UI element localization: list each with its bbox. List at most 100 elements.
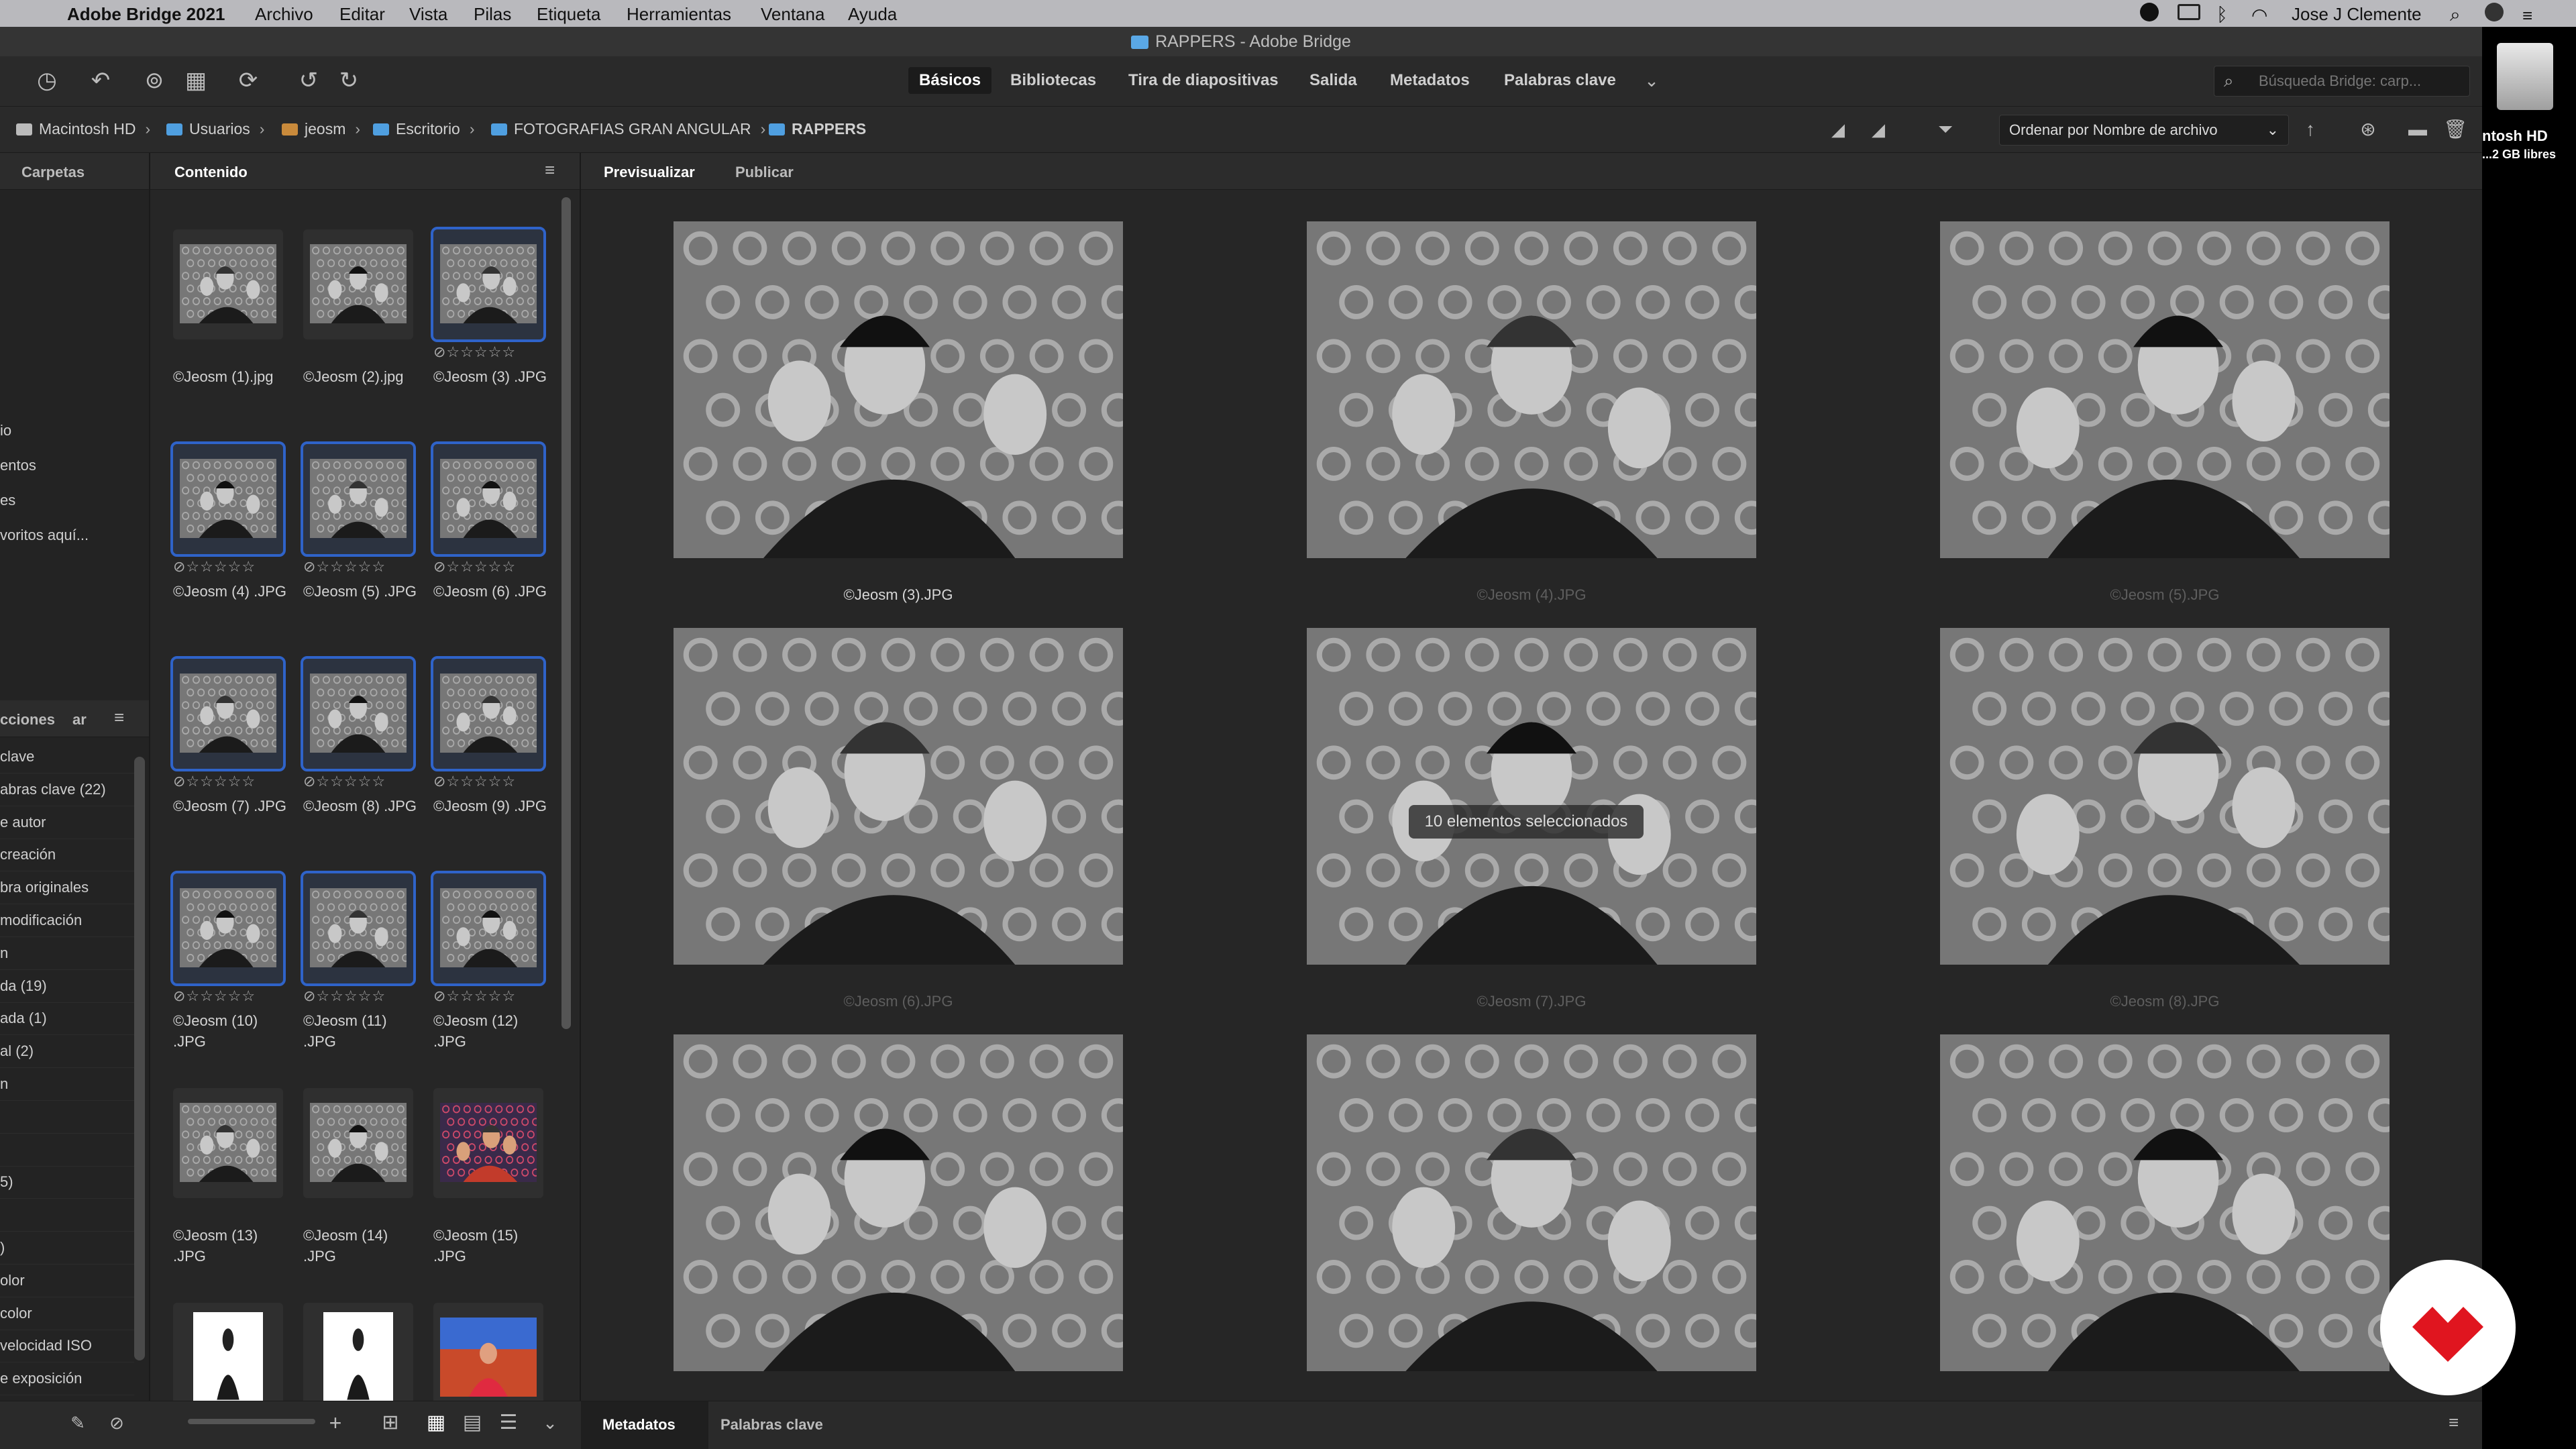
thumbnail-frame[interactable] xyxy=(173,1088,283,1198)
thumbnail-item[interactable]: ⊘☆☆☆☆☆ ©Jeosm (9) .JPG xyxy=(429,655,547,856)
star-rating[interactable]: ⊘☆☆☆☆☆ xyxy=(173,773,256,790)
view-options-chevron-icon[interactable]: ⌄ xyxy=(537,1409,564,1436)
menu-ayuda[interactable]: Ayuda xyxy=(848,4,897,25)
sort-ascending-icon[interactable]: ↑ xyxy=(2297,116,2324,143)
content-scrollbar[interactable] xyxy=(559,189,573,1437)
preview-image[interactable] xyxy=(1307,1034,1769,1371)
panel-menu-icon[interactable]: ≡ xyxy=(114,707,124,728)
display-icon[interactable] xyxy=(2178,4,2200,20)
tab-previsualizar[interactable]: Previsualizar xyxy=(604,164,695,181)
camera-import-icon[interactable]: ⊚ xyxy=(141,67,168,94)
thumbnail-item[interactable]: ⊘☆☆☆☆☆ ©Jeosm (5) .JPG xyxy=(299,440,417,641)
wifi-icon[interactable]: ◠ xyxy=(2251,4,2267,26)
star-rating[interactable]: ⊘☆☆☆☆☆ xyxy=(303,558,386,576)
tab-carpetas[interactable]: Carpetas xyxy=(21,164,85,181)
refine-icon[interactable]: ▦ xyxy=(182,67,209,94)
preview-image[interactable] xyxy=(1940,1034,2402,1371)
menu-pilas[interactable]: Pilas xyxy=(474,4,511,25)
filter-item[interactable] xyxy=(0,1101,134,1134)
favorites-item[interactable]: io xyxy=(0,415,134,447)
output-icon[interactable]: ⟳ xyxy=(235,67,262,94)
thumbnail-frame[interactable] xyxy=(170,441,286,557)
thumbnail-item[interactable]: ⊘☆☆☆☆☆ ©Jeosm (11) .JPG xyxy=(299,869,417,1071)
filter-item[interactable]: abras clave (22) xyxy=(0,773,134,806)
breadcrumb-jeosm[interactable]: jeosm › xyxy=(282,120,360,138)
workspace-tab-salida[interactable]: Salida xyxy=(1299,67,1368,94)
breadcrumb-escritorio[interactable]: Escritorio › xyxy=(373,120,475,138)
filter-item[interactable]: olor xyxy=(0,1265,134,1297)
favorites-item[interactable]: es xyxy=(0,484,134,517)
thumbnail-item[interactable]: ⊘☆☆☆☆☆ ©Jeosm (8) .JPG xyxy=(299,655,417,856)
thumbnail-size-slider[interactable] xyxy=(188,1419,315,1424)
menu-archivo[interactable]: Archivo xyxy=(255,4,313,25)
panel-menu-icon[interactable]: ≡ xyxy=(2449,1412,2459,1433)
workspace-more-chevron-icon[interactable]: ⌄ xyxy=(1638,67,1665,94)
filter-item[interactable]: color xyxy=(0,1297,134,1330)
thumbnail-frame[interactable] xyxy=(431,227,546,342)
filter-item[interactable]: e autor xyxy=(0,806,134,839)
star-rating[interactable]: ⊘☆☆☆☆☆ xyxy=(173,987,256,1005)
thumbnail-item[interactable]: ⊘☆☆☆☆☆ ©Jeosm (12) .JPG xyxy=(429,869,547,1071)
workspace-tab-bibliotecas[interactable]: Bibliotecas xyxy=(1000,67,1107,94)
thumbnail-frame[interactable] xyxy=(170,871,286,986)
rotate-left-icon[interactable]: ↺ xyxy=(295,67,322,94)
menu-vista[interactable]: Vista xyxy=(409,4,447,25)
menu-herramientas[interactable]: Herramientas xyxy=(627,4,731,25)
thumbnail-item[interactable]: ⊘☆☆☆☆☆ ©Jeosm (3) .JPG xyxy=(429,225,547,427)
grid-lock-icon[interactable]: ⊞ xyxy=(377,1409,404,1436)
menu-etiqueta[interactable]: Etiqueta xyxy=(537,4,600,25)
new-folder-icon[interactable]: ▬ xyxy=(2404,116,2431,143)
plus-icon[interactable]: + xyxy=(322,1409,349,1436)
thumbnail-item[interactable]: ⊘☆☆☆☆☆ ©Jeosm (4) .JPG xyxy=(169,440,287,641)
filter-item[interactable]: ) xyxy=(0,1232,134,1265)
sort-dropdown[interactable]: Ordenar por Nombre de archivo ⌄ xyxy=(1999,115,2289,146)
spotlight-icon[interactable]: ⌕ xyxy=(2450,4,2461,26)
menu-ventana[interactable]: Ventana xyxy=(761,4,824,25)
filter-icon[interactable]: ⏷ xyxy=(1932,116,1959,143)
thumbnail-frame[interactable] xyxy=(301,656,416,771)
thumbnail-frame[interactable] xyxy=(301,871,416,986)
thumbnail-item[interactable]: ⊘☆☆☆☆☆ ©Jeosm (6) .JPG xyxy=(429,440,547,641)
thumbnail-frame[interactable] xyxy=(433,1088,543,1198)
filter-item[interactable]: velocidad ISO xyxy=(0,1330,134,1363)
siri-icon[interactable] xyxy=(2485,3,2504,21)
filter-item[interactable]: ada (1) xyxy=(0,1002,134,1036)
thumbnail-item[interactable]: ©Jeosm (2).jpg xyxy=(299,225,417,427)
filter-item[interactable]: modificación xyxy=(0,904,134,937)
recent-history-icon[interactable]: ◷ xyxy=(34,67,60,94)
details-view-icon[interactable]: ▤ xyxy=(459,1409,486,1436)
filter-scrollbar[interactable] xyxy=(134,757,145,1360)
open-recent-icon[interactable]: ⊛ xyxy=(2355,116,2381,143)
boomerang-icon[interactable]: ↶ xyxy=(87,67,114,94)
thumbnail-view-icon[interactable]: ▦ xyxy=(423,1409,449,1436)
preview-image[interactable] xyxy=(1307,221,1769,558)
thumbnail-frame[interactable] xyxy=(301,441,416,557)
thumbnail-frame[interactable] xyxy=(431,441,546,557)
thumbnail-frame[interactable] xyxy=(431,871,546,986)
quality-icon[interactable]: ◢ xyxy=(1825,116,1851,143)
breadcrumb-usuarios[interactable]: Usuarios › xyxy=(166,120,264,138)
workspace-tab-tira-diapositivas[interactable]: Tira de diapositivas xyxy=(1118,67,1289,94)
filter-item[interactable]: n xyxy=(0,1068,134,1101)
favorites-item[interactable]: entos xyxy=(0,449,134,482)
preview-image[interactable] xyxy=(674,221,1136,558)
pin-icon[interactable]: ✎ xyxy=(64,1409,91,1436)
filter-item[interactable]: clave xyxy=(0,741,134,773)
thumbnail-frame[interactable] xyxy=(173,229,283,339)
preview-image[interactable] xyxy=(1940,628,2402,965)
tab-filtrar[interactable]: ar xyxy=(72,711,87,729)
thumbnail-frame[interactable] xyxy=(303,1088,413,1198)
record-icon[interactable] xyxy=(2140,3,2159,21)
preview-image[interactable] xyxy=(1307,628,1769,965)
menubar-user[interactable]: Jose J Clemente xyxy=(2292,4,2422,25)
thumbnail-frame[interactable] xyxy=(303,229,413,339)
thumbnail-frame[interactable] xyxy=(431,656,546,771)
preview-image[interactable] xyxy=(674,1034,1136,1371)
preview-image[interactable] xyxy=(1940,221,2402,558)
filter-item[interactable]: e exposición xyxy=(0,1362,134,1396)
tab-colecciones[interactable]: cciones xyxy=(0,711,55,729)
rotate-right-icon[interactable]: ↻ xyxy=(335,67,362,94)
thumbnail-item[interactable]: ©Jeosm (1).jpg xyxy=(169,225,287,427)
thumbnail-frame[interactable] xyxy=(303,1303,413,1413)
workspace-tab-palabras-clave[interactable]: Palabras clave xyxy=(1493,67,1627,94)
